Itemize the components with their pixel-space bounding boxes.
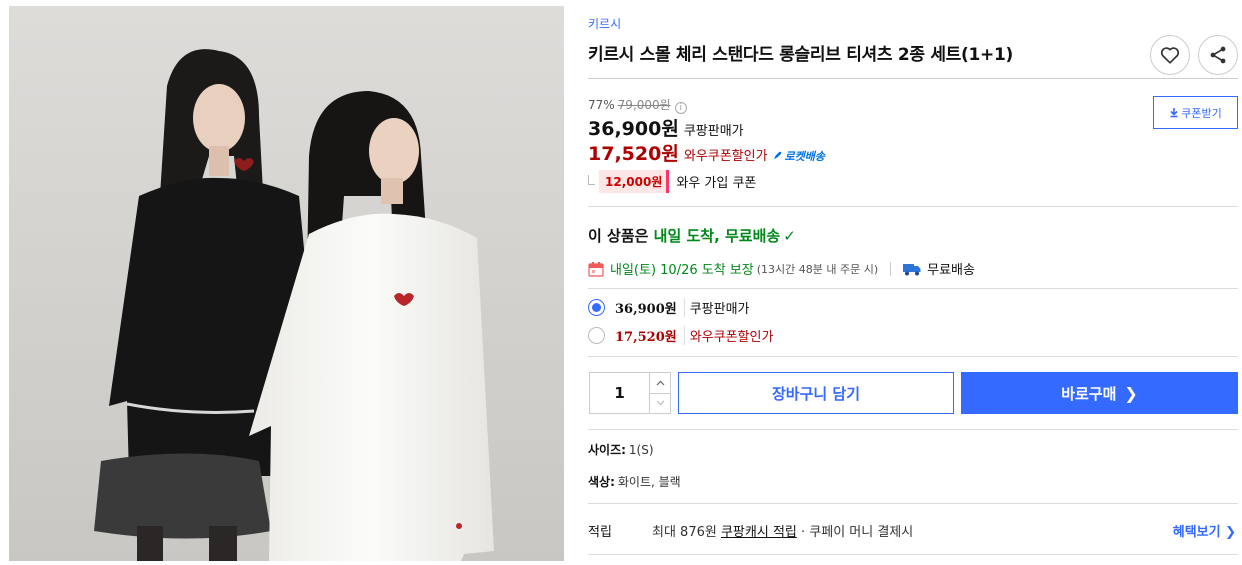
download-icon bbox=[1170, 108, 1178, 118]
sale-price: 36,900원 bbox=[588, 118, 679, 140]
sale-price-row: 36,900원 쿠팡판매가 bbox=[588, 114, 744, 141]
info-icon[interactable]: i bbox=[674, 102, 687, 114]
add-to-cart-button[interactable]: 장바구니 담기 bbox=[678, 372, 954, 414]
quantity-stepper[interactable]: 1 bbox=[589, 372, 671, 414]
rocket-icon bbox=[773, 151, 781, 160]
discount-rate: 77% bbox=[588, 98, 615, 112]
get-coupon-button[interactable]: 쿠폰받기 bbox=[1153, 96, 1238, 129]
divider bbox=[588, 356, 1238, 357]
delivery-date: 내일(토) 10/26 도착 보장 bbox=[610, 263, 754, 278]
sale-price-label: 쿠팡판매가 bbox=[683, 124, 744, 139]
color-key: 색상: bbox=[588, 475, 615, 489]
product-photo-illustration bbox=[9, 6, 564, 561]
size-value: 1(S) bbox=[628, 443, 654, 457]
divider bbox=[588, 429, 1238, 430]
delivery-headline-prefix: 이 상품은 bbox=[588, 227, 654, 245]
chevron-right-icon: ❯ bbox=[1124, 383, 1138, 403]
discount-row: 77% 79,000원 i bbox=[588, 96, 687, 114]
wow-coupon-amount: 12,000원 bbox=[599, 170, 670, 193]
reward-key: 적립 bbox=[588, 525, 612, 540]
check-icon: ✓ bbox=[783, 227, 796, 245]
branch-line bbox=[588, 174, 595, 185]
view-benefits-link[interactable]: 혜택보기 ❯ bbox=[1173, 521, 1236, 540]
product-image[interactable] bbox=[9, 6, 564, 561]
size-key: 사이즈: bbox=[588, 443, 626, 457]
radio-button[interactable] bbox=[588, 327, 605, 344]
quantity-input[interactable]: 1 bbox=[590, 373, 649, 413]
divider bbox=[588, 78, 1238, 79]
quantity-step-buttons bbox=[649, 373, 670, 413]
divider bbox=[588, 206, 1238, 207]
option-price: 36,900원 bbox=[615, 302, 677, 317]
chevron-down-icon bbox=[656, 400, 665, 406]
size-attribute: 사이즈: 1(S) bbox=[588, 441, 654, 458]
wow-price-label: 와우쿠폰할인가 bbox=[683, 149, 768, 164]
option-price: 17,520원 bbox=[615, 330, 677, 345]
radio-button-selected[interactable] bbox=[588, 299, 605, 316]
radio-dot bbox=[592, 303, 601, 312]
calendar-icon bbox=[588, 261, 604, 277]
wow-price-row: 17,520원 와우쿠폰할인가 로켓배송 bbox=[588, 139, 825, 166]
divider bbox=[588, 288, 1238, 289]
reward-prefix: 최대 876원 bbox=[652, 525, 721, 540]
quantity-increase-button[interactable] bbox=[650, 373, 670, 393]
original-price: 79,000원 bbox=[617, 98, 671, 112]
quantity-decrease-button[interactable] bbox=[650, 392, 670, 414]
coupang-cash-link[interactable]: 쿠팡캐시 적립 bbox=[721, 525, 797, 540]
delivery-headline-highlight: 내일 도착, 무료배송 bbox=[653, 227, 781, 245]
brand-link[interactable]: 키르시 bbox=[588, 15, 621, 32]
price-option-wow[interactable]: 17,520원 와우쿠폰할인가 bbox=[588, 326, 773, 345]
delivery-cutoff: (13시간 48분 내 주문 시) bbox=[756, 262, 879, 276]
get-coupon-label: 쿠폰받기 bbox=[1181, 106, 1222, 120]
divider bbox=[588, 554, 1238, 555]
share-icon bbox=[1210, 46, 1226, 64]
chevron-up-icon bbox=[656, 380, 665, 386]
free-shipping-label: 무료배송 bbox=[927, 263, 975, 278]
wishlist-button[interactable] bbox=[1150, 35, 1190, 75]
delivery-headline: 이 상품은 내일 도착, 무료배송 ✓ bbox=[588, 225, 796, 246]
rocket-delivery-badge: 로켓배송 bbox=[772, 150, 825, 163]
product-title: 키르시 스몰 체리 스탠다드 롱슬리브 티셔츠 2종 세트(1+1) bbox=[588, 45, 1013, 65]
wow-price: 17,520원 bbox=[588, 143, 679, 165]
divider bbox=[890, 261, 892, 276]
wow-coupon-label: 와우 가입 쿠폰 bbox=[676, 176, 757, 191]
share-button[interactable] bbox=[1198, 35, 1238, 75]
delivery-detail-row: 내일(토) 10/26 도착 보장 (13시간 48분 내 주문 시) 무료배송 bbox=[588, 259, 975, 278]
option-label: 와우쿠폰할인가 bbox=[683, 326, 773, 345]
reward-description: 최대 876원 쿠팡캐시 적립 · 쿠페이 머니 결제시 bbox=[652, 521, 913, 540]
truck-icon bbox=[903, 263, 921, 275]
reward-suffix: · 쿠페이 머니 결제시 bbox=[796, 525, 914, 540]
wow-coupon-row: 12,000원 와우 가입 쿠폰 bbox=[588, 170, 756, 193]
option-label: 쿠팡판매가 bbox=[683, 298, 750, 317]
buy-now-label: 바로구매 bbox=[1061, 384, 1117, 403]
product-info-panel: 키르시 키르시 스몰 체리 스탠다드 롱슬리브 티셔츠 2종 세트(1+1) 7… bbox=[588, 0, 1238, 565]
color-value: 화이트, 블랙 bbox=[617, 475, 681, 489]
divider bbox=[588, 503, 1238, 504]
rocket-delivery-text: 로켓배송 bbox=[784, 150, 826, 163]
price-option-coupang[interactable]: 36,900원 쿠팡판매가 bbox=[588, 298, 750, 317]
heart-icon bbox=[1160, 47, 1180, 64]
buy-now-button[interactable]: 바로구매 ❯ bbox=[961, 372, 1238, 414]
color-attribute: 색상: 화이트, 블랙 bbox=[588, 473, 681, 490]
